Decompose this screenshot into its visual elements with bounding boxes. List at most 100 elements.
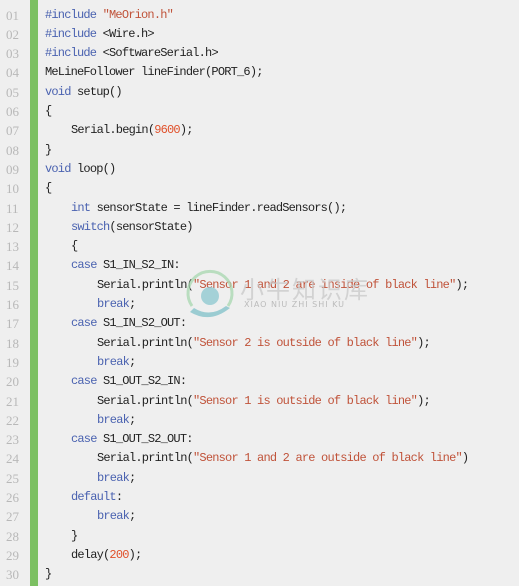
line-number: 06 [6, 104, 19, 119]
code-text: switch(sensorState) [71, 218, 193, 237]
code-line: 03 #include <SoftwareSerial.h> [0, 44, 519, 63]
keyword-token: switch [71, 219, 110, 234]
keyword-token: #include [45, 7, 103, 22]
code-token: { [45, 104, 52, 118]
code-text: delay(200); [71, 546, 142, 565]
code-text: Serial.begin(9600); [71, 121, 193, 140]
code-text: } [45, 141, 52, 160]
code-text: #include <SoftwareSerial.h> [45, 44, 219, 63]
code-line: 05 void setup() [0, 83, 519, 102]
line-number: 30 [6, 567, 19, 583]
keyword-token: break [97, 297, 130, 311]
code-token: Serial.println( [97, 451, 194, 466]
line-number: 10 [6, 181, 19, 197]
code-token: ; [129, 412, 136, 427]
line-number: 28 [6, 528, 19, 544]
number-token: 200 [109, 547, 129, 562]
code-line: 18 Serial.println("Sensor 2 is outside of… [0, 334, 519, 353]
code-text: break; [97, 295, 136, 314]
code-line: 25 break; [0, 469, 519, 488]
code-token: Serial.println( [97, 277, 194, 292]
line-number: 02 [6, 26, 19, 42]
line-number: 04 [6, 65, 19, 81]
keyword-token: break [97, 509, 130, 524]
line-number: 17 [6, 316, 19, 332]
code-token: } [71, 528, 78, 543]
code-text: { [71, 237, 78, 256]
code-token: loop() [77, 161, 116, 176]
code-line: 21 Serial.println("Sensor 1 is outside of… [0, 392, 519, 411]
code-text: break; [97, 507, 136, 526]
code-text: default: [71, 488, 123, 507]
string-token: "Sensor 1 and 2 are outside of black lin… [193, 451, 463, 466]
code-token: ; [129, 354, 136, 369]
code-token: delay( [71, 547, 110, 562]
keyword-token: case [71, 374, 104, 389]
code-text: MeLineFollower lineFinder(PORT_6); [45, 63, 263, 82]
line-number: 14 [6, 258, 19, 274]
code-text: { [45, 179, 52, 198]
code-token: ); [455, 277, 469, 292]
code-token: { [71, 239, 78, 254]
code-line: 22 break; [0, 411, 519, 430]
keyword-token: default [71, 490, 117, 504]
line-number: 25 [6, 470, 19, 486]
line-number: 22 [6, 412, 19, 428]
code-text: } [71, 527, 78, 546]
code-line: 09 void loop() [0, 160, 519, 179]
code-token: Serial.println( [97, 335, 194, 350]
code-text: void setup() [45, 83, 123, 102]
keyword-token: void [45, 161, 78, 176]
code-text: } [45, 565, 52, 584]
code-token: sensorState = lineFinder.readSensors(); [96, 200, 347, 215]
string-token: "Sensor 2 is outside of black line" [193, 335, 418, 350]
code-text: Serial.println("Sensor 1 and 2 are outsi… [97, 449, 469, 468]
code-text: case S1_OUT_S2_IN: [71, 372, 187, 391]
code-token: : [115, 490, 123, 504]
code-line: 17 case S1_IN_S2_OUT: [0, 314, 519, 333]
line-number: 11 [6, 200, 19, 216]
code-line: 27 break; [0, 507, 519, 526]
line-number: 03 [6, 46, 19, 62]
line-number: 07 [6, 123, 19, 139]
string-token: "MeOrion.h" [102, 7, 174, 22]
code-line: 29 delay(200); [0, 546, 519, 565]
code-text: void loop() [45, 160, 116, 179]
code-token: ; [129, 297, 136, 311]
line-number: 21 [6, 393, 19, 409]
code-line: 02 #include <Wire.h> [0, 25, 519, 44]
code-token: ; [129, 470, 136, 485]
code-token: S1_OUT_S2_IN: [103, 374, 187, 389]
keyword-token: case [71, 432, 104, 447]
code-text: break; [97, 469, 136, 488]
code-text: #include "MeOrion.h" [45, 6, 174, 25]
code-token: S1_OUT_S2_OUT: [103, 432, 193, 447]
keyword-token: break [97, 412, 130, 427]
code-text: int sensorState = lineFinder.readSensors… [71, 199, 347, 218]
keyword-token: break [97, 354, 130, 369]
code-line: 13 { [0, 237, 519, 256]
code-text: case S1_OUT_S2_OUT: [71, 430, 193, 449]
line-number: 29 [6, 547, 19, 563]
code-text: Serial.println("Sensor 2 is outside of b… [97, 334, 431, 353]
code-token: } [45, 142, 52, 157]
keyword-token: #include [45, 46, 103, 61]
code-line: 12 switch(sensorState) [0, 218, 519, 237]
code-token: Serial.println( [97, 393, 194, 408]
code-text: case S1_IN_S2_OUT: [71, 314, 187, 333]
code-line: 14 case S1_IN_S2_IN: [0, 256, 519, 275]
code-line: 19 break; [0, 353, 519, 372]
code-line: 07 Serial.begin(9600); [0, 121, 519, 140]
number-token: 9600 [154, 123, 180, 138]
code-token: S1_IN_S2_IN: [103, 258, 181, 273]
line-number: 09 [6, 161, 19, 177]
keyword-token: case [71, 316, 104, 331]
line-number: 19 [6, 354, 19, 370]
code-line: 15 Serial.println("Sensor 1 and 2 are ins… [0, 276, 519, 295]
keyword-token: break [97, 470, 130, 485]
code-token: { [45, 181, 52, 196]
code-token: <SoftwareSerial.h> [102, 46, 219, 61]
code-line: 20 case S1_OUT_S2_IN: [0, 372, 519, 391]
keyword-token: void [45, 84, 78, 99]
line-number: 24 [6, 451, 19, 467]
